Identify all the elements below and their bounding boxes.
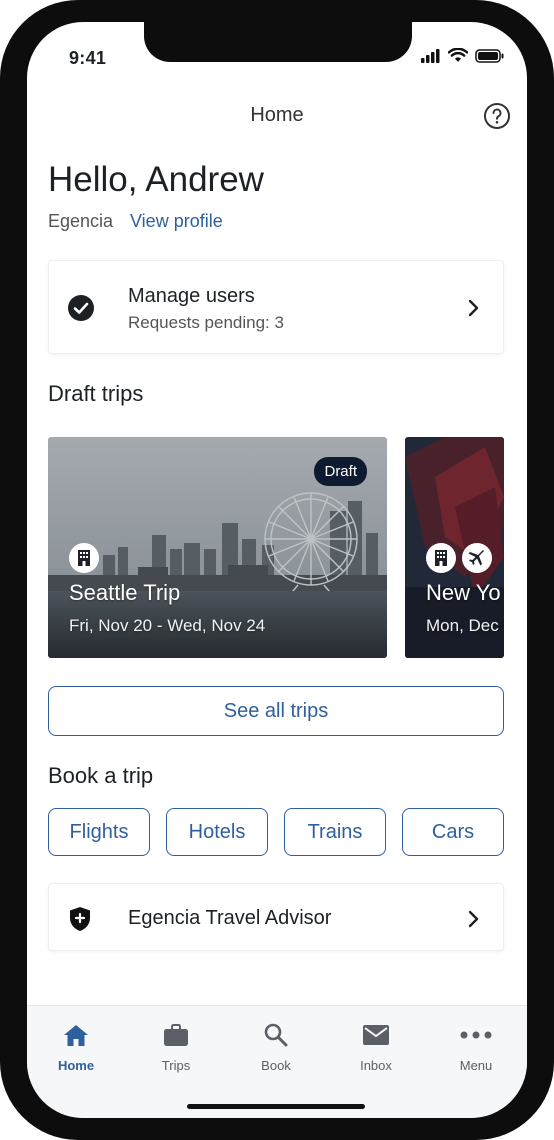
briefcase-icon bbox=[164, 1024, 188, 1046]
manage-users-card[interactable]: Manage users Requests pending: 3 bbox=[48, 260, 504, 354]
mail-icon bbox=[363, 1025, 389, 1045]
flight-icon bbox=[462, 543, 492, 573]
see-all-trips-button[interactable]: See all trips bbox=[48, 686, 504, 736]
trip-card-seattle[interactable]: Draft Seattle Trip Fri, Nov 20 - Wed, No… bbox=[48, 437, 387, 658]
cars-button[interactable]: Cars bbox=[402, 808, 504, 856]
tab-label: Menu bbox=[459, 1058, 493, 1073]
trip-dates: Mon, Dec bbox=[426, 616, 499, 635]
view-profile-link[interactable]: View profile bbox=[130, 211, 223, 232]
draft-trips-heading: Draft trips bbox=[48, 381, 144, 406]
hotels-button[interactable]: Hotels bbox=[166, 808, 268, 856]
book-trip-heading: Book a trip bbox=[48, 763, 154, 788]
company-name: Egencia bbox=[48, 211, 114, 231]
tab-label: Book bbox=[261, 1058, 291, 1073]
phone-frame: 9:41 Home Hello, Andrew Egencia View pro… bbox=[0, 0, 554, 1140]
tab-trips[interactable]: Trips bbox=[136, 1020, 216, 1073]
battery-icon bbox=[475, 48, 504, 63]
travel-advisor-title: Egencia Travel Advisor bbox=[128, 907, 332, 929]
trip-card-new-york[interactable]: New Yo Mon, Dec bbox=[405, 437, 504, 658]
status-icons bbox=[421, 48, 505, 63]
help-icon[interactable] bbox=[483, 102, 511, 130]
greeting-heading: Hello, Andrew bbox=[48, 160, 264, 199]
device-notch bbox=[144, 22, 412, 62]
hotel-icon bbox=[69, 543, 99, 573]
more-icon bbox=[460, 1031, 492, 1039]
bottom-tab-bar: Home Trips Book Inbox Menu bbox=[27, 1005, 527, 1118]
travel-advisor-card[interactable]: Egencia Travel Advisor bbox=[48, 883, 504, 951]
signal-icon bbox=[421, 48, 440, 63]
trip-name: Seattle Trip bbox=[69, 580, 181, 605]
tab-label: Trips bbox=[161, 1058, 191, 1073]
tab-menu[interactable]: Menu bbox=[436, 1020, 516, 1073]
app-screen: 9:41 Home Hello, Andrew Egencia View pro… bbox=[27, 22, 527, 1118]
draft-badge: Draft bbox=[314, 457, 367, 486]
flights-button[interactable]: Flights bbox=[48, 808, 150, 856]
manage-users-subtitle: Requests pending: 3 bbox=[128, 313, 284, 332]
trains-button[interactable]: Trains bbox=[284, 808, 386, 856]
tab-inbox[interactable]: Inbox bbox=[336, 1020, 416, 1073]
status-time: 9:41 bbox=[69, 48, 107, 68]
trip-name: New Yo bbox=[426, 580, 501, 605]
home-icon bbox=[64, 1025, 88, 1046]
tab-label: Inbox bbox=[360, 1058, 392, 1073]
check-circle-icon bbox=[68, 295, 94, 321]
chevron-right-icon bbox=[468, 299, 479, 317]
search-icon bbox=[264, 1023, 288, 1047]
wifi-icon bbox=[448, 48, 468, 62]
tab-home[interactable]: Home bbox=[36, 1020, 116, 1073]
page-title: Home bbox=[250, 104, 304, 126]
home-indicator bbox=[187, 1104, 365, 1109]
hotel-icon bbox=[426, 543, 456, 573]
shield-plus-icon bbox=[70, 907, 90, 931]
booking-options: Flights Hotels Trains Cars bbox=[48, 808, 504, 856]
tab-label: Home bbox=[57, 1058, 95, 1073]
trip-dates: Fri, Nov 20 - Wed, Nov 24 bbox=[69, 616, 266, 635]
manage-users-title: Manage users bbox=[128, 285, 255, 307]
tab-book[interactable]: Book bbox=[236, 1020, 316, 1073]
chevron-right-icon bbox=[468, 910, 479, 928]
